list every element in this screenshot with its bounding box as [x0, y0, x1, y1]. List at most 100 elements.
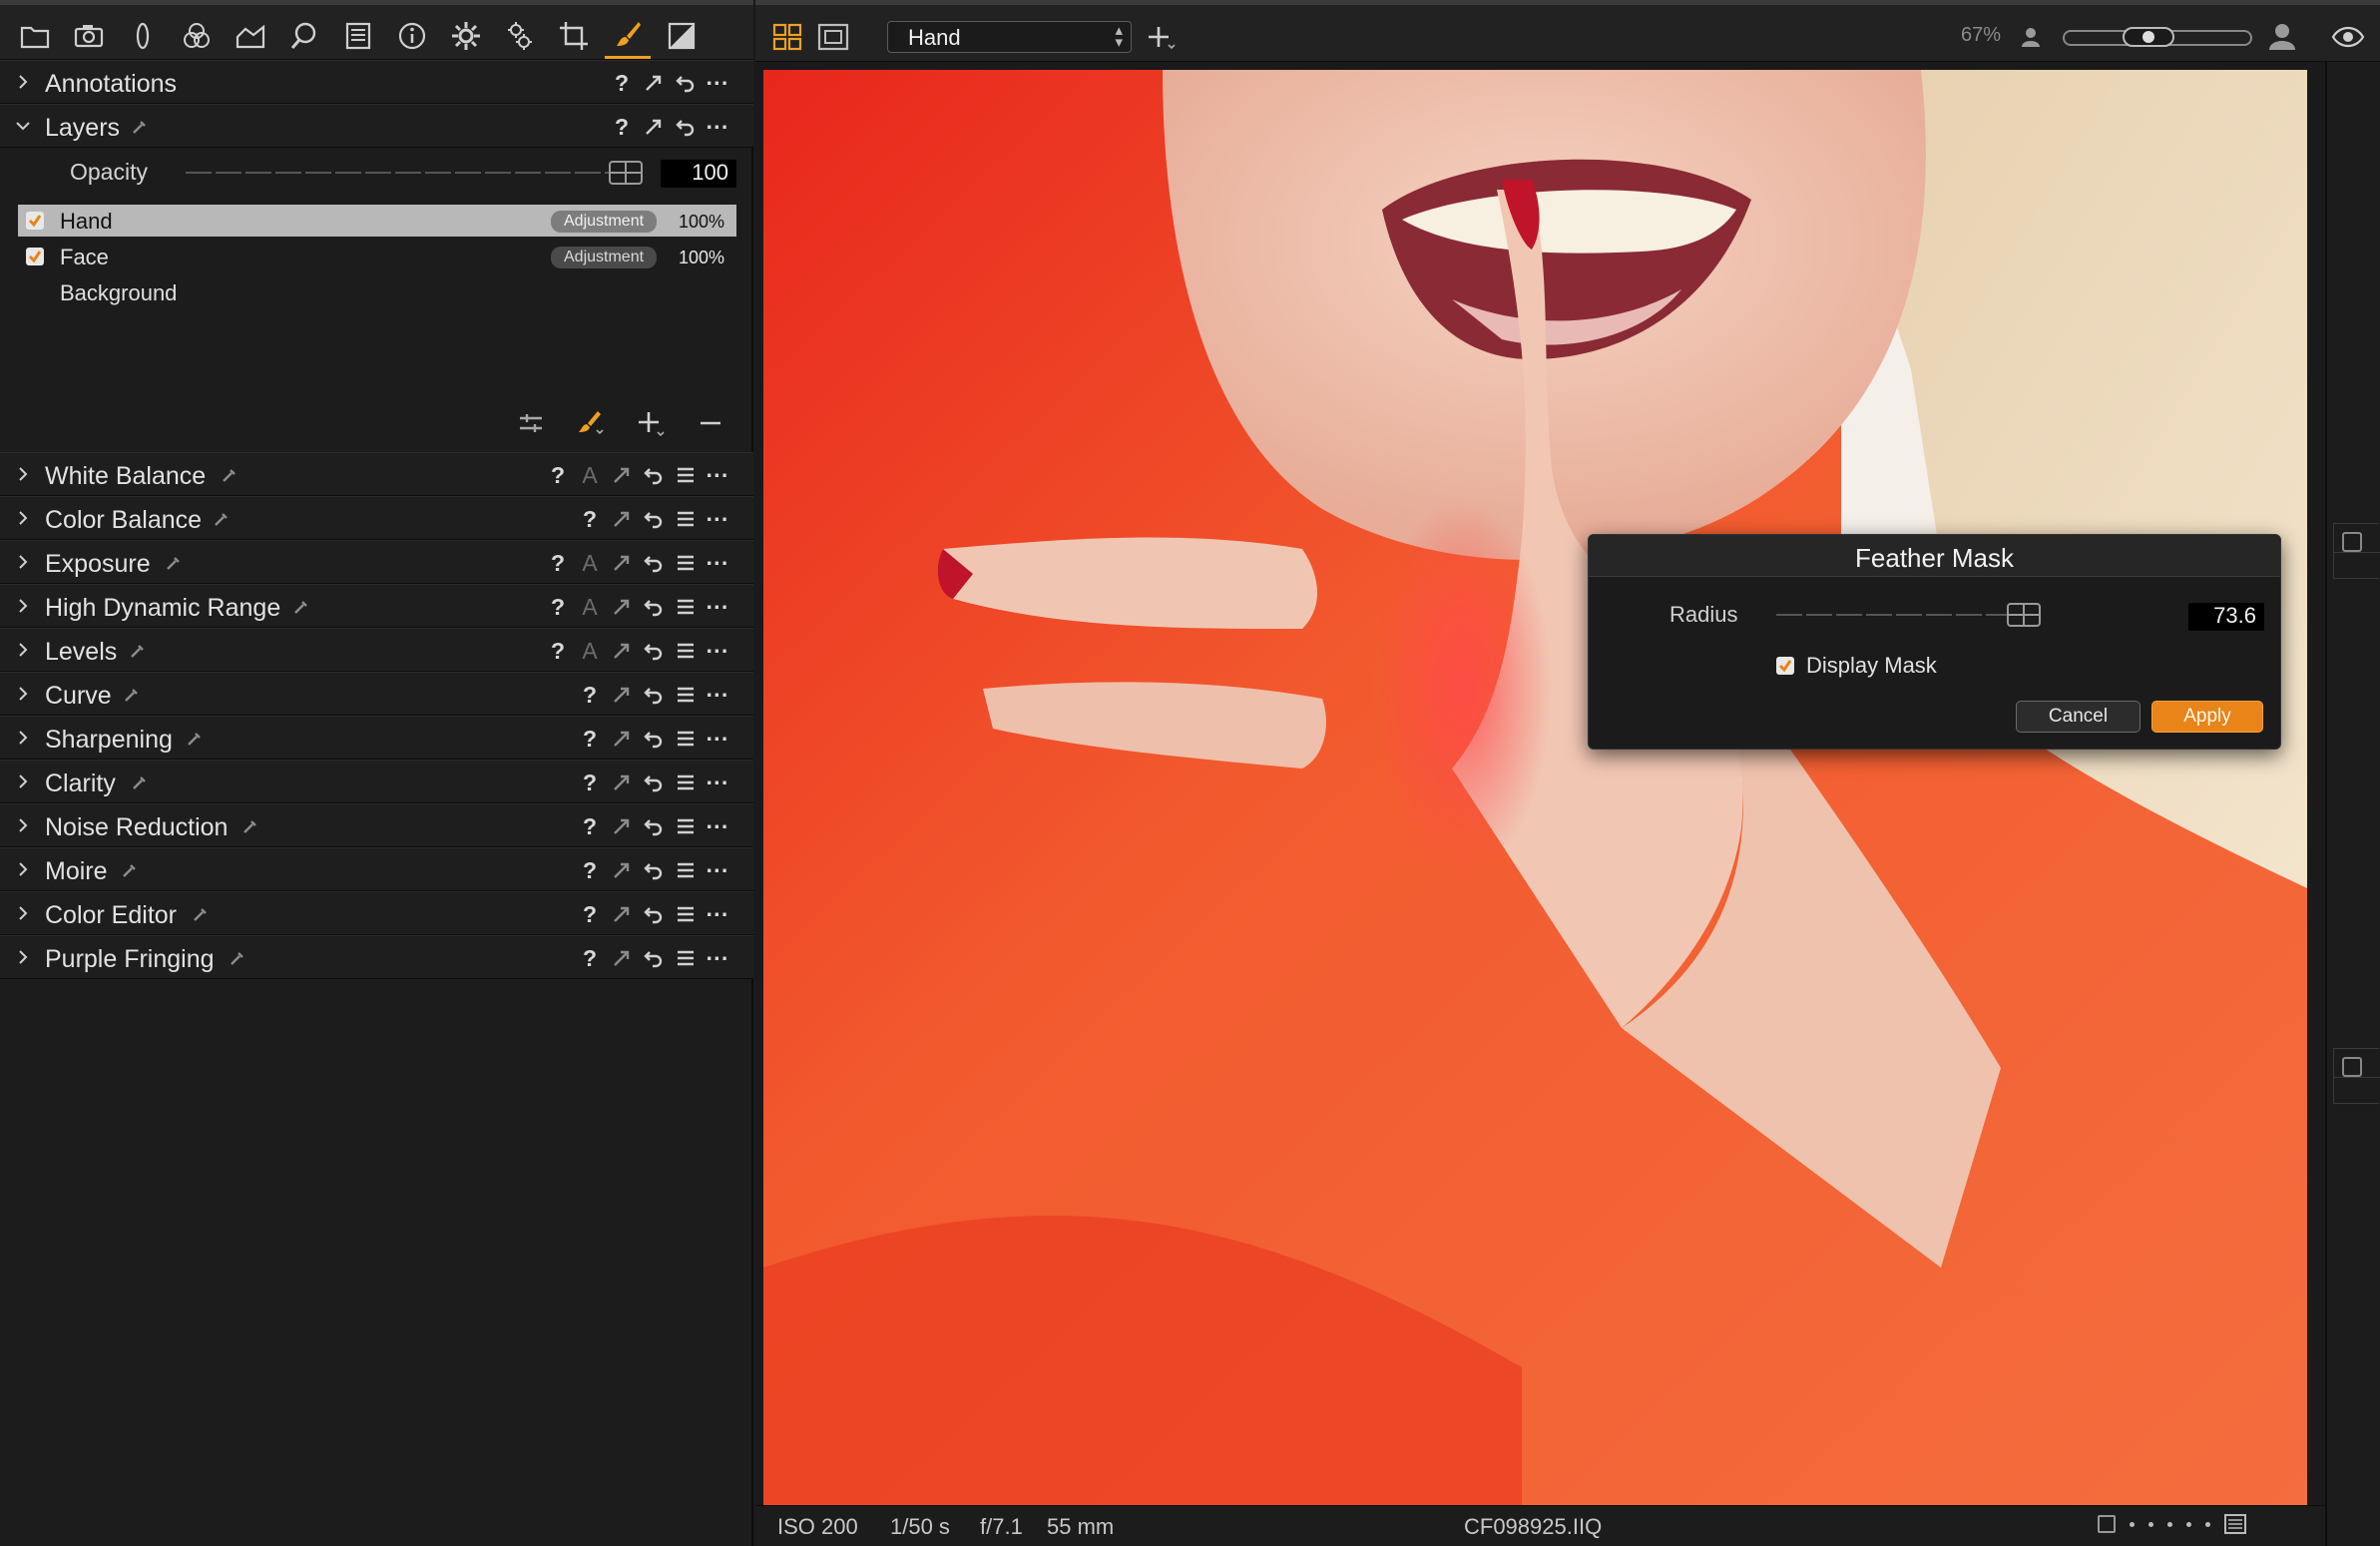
- reset-icon[interactable]: [638, 812, 670, 840]
- copy-apply-icon[interactable]: [606, 725, 638, 753]
- more-icon[interactable]: ···: [702, 461, 733, 489]
- exposure-icon[interactable]: [228, 13, 273, 59]
- help-icon[interactable]: ?: [574, 681, 606, 709]
- chevron-right-icon[interactable]: [14, 773, 32, 790]
- rating-dot[interactable]: [2167, 1521, 2172, 1527]
- library-icon[interactable]: [12, 13, 58, 59]
- crop-icon[interactable]: [551, 13, 597, 59]
- copy-apply-icon[interactable]: [606, 461, 638, 489]
- auto-icon[interactable]: A: [574, 549, 606, 577]
- rating-dot[interactable]: [2205, 1521, 2210, 1527]
- more-icon[interactable]: ···: [702, 637, 733, 665]
- annotations-section[interactable]: Annotations ? ···: [0, 60, 753, 104]
- opacity-slider-handle[interactable]: [609, 161, 643, 185]
- add-layer-icon[interactable]: [631, 403, 671, 443]
- layer-item-hand[interactable]: Hand Adjustment 100%: [18, 205, 736, 237]
- reset-icon[interactable]: [638, 461, 670, 489]
- help-icon[interactable]: ?: [542, 461, 574, 489]
- tool-section-noise-reduction[interactable]: Noise Reduction? ···: [0, 803, 753, 847]
- zoom-slider[interactable]: [2063, 27, 2252, 47]
- more-icon[interactable]: ···: [702, 593, 733, 621]
- radius-value-field[interactable]: 73.6: [2188, 603, 2264, 631]
- apply-button[interactable]: Apply: [2151, 701, 2263, 733]
- picker-icon[interactable]: [124, 687, 140, 703]
- help-icon[interactable]: ?: [574, 505, 606, 533]
- rating-dot[interactable]: [2148, 1521, 2153, 1527]
- copy-apply-icon[interactable]: [606, 944, 638, 972]
- output-icon[interactable]: [659, 13, 705, 59]
- radius-slider-track[interactable]: [1776, 614, 2031, 616]
- help-icon[interactable]: ?: [574, 725, 606, 753]
- more-icon[interactable]: ···: [702, 681, 733, 709]
- opacity-value-field[interactable]: 100: [661, 160, 736, 188]
- copy-apply-icon[interactable]: [606, 681, 638, 709]
- reset-icon[interactable]: [670, 69, 702, 97]
- picker-icon[interactable]: [122, 862, 138, 878]
- presets-icon[interactable]: [670, 681, 702, 709]
- more-icon[interactable]: ···: [702, 769, 733, 796]
- help-icon[interactable]: ?: [574, 812, 606, 840]
- layer-item-face[interactable]: Face Adjustment 100%: [18, 241, 736, 272]
- copy-apply-icon[interactable]: [606, 505, 638, 533]
- reset-icon[interactable]: [638, 900, 670, 928]
- chevron-right-icon[interactable]: [14, 860, 32, 878]
- add-layer-icon[interactable]: [1143, 19, 1179, 55]
- auto-icon[interactable]: A: [574, 637, 606, 665]
- grid-view-icon[interactable]: [769, 19, 805, 55]
- more-icon[interactable]: ···: [702, 900, 733, 928]
- more-icon[interactable]: ···: [702, 113, 733, 141]
- help-icon[interactable]: ?: [574, 900, 606, 928]
- remove-layer-icon[interactable]: [691, 403, 730, 443]
- chevron-right-icon[interactable]: [14, 816, 32, 834]
- layer-checkbox[interactable]: [26, 212, 44, 230]
- picker-icon[interactable]: [230, 950, 245, 966]
- tool-section-sharpening[interactable]: Sharpening? ···: [0, 716, 753, 760]
- overlay-toggle-top[interactable]: [2333, 523, 2380, 579]
- list-view-icon[interactable]: [2224, 1514, 2246, 1534]
- radius-slider-handle[interactable]: [2007, 603, 2041, 627]
- more-icon[interactable]: ···: [702, 549, 733, 577]
- auto-icon[interactable]: A: [574, 461, 606, 489]
- tool-section-curve[interactable]: Curve? ···: [0, 672, 753, 716]
- picker-icon[interactable]: [166, 555, 182, 571]
- chevron-right-icon[interactable]: [14, 509, 32, 527]
- reset-icon[interactable]: [638, 725, 670, 753]
- more-icon[interactable]: ···: [702, 812, 733, 840]
- help-icon[interactable]: ?: [574, 944, 606, 972]
- presets-icon[interactable]: [670, 812, 702, 840]
- reset-icon[interactable]: [638, 681, 670, 709]
- tool-section-high-dynamic-range[interactable]: High Dynamic Range? A ···: [0, 584, 753, 628]
- chevron-right-icon[interactable]: [14, 729, 32, 747]
- presets-icon[interactable]: [670, 769, 702, 796]
- local-adjustments-icon[interactable]: [605, 13, 651, 59]
- help-icon[interactable]: ?: [542, 593, 574, 621]
- cancel-button[interactable]: Cancel: [2016, 701, 2141, 733]
- presets-icon[interactable]: [670, 856, 702, 884]
- more-icon[interactable]: ···: [702, 725, 733, 753]
- adjustments-icon[interactable]: [497, 13, 543, 59]
- copy-apply-icon[interactable]: [606, 593, 638, 621]
- presets-icon[interactable]: [670, 725, 702, 753]
- more-icon[interactable]: ···: [702, 69, 733, 97]
- capture-icon[interactable]: [66, 13, 112, 59]
- chevron-right-icon[interactable]: [14, 597, 32, 615]
- chevron-down-icon[interactable]: [14, 117, 32, 135]
- help-icon[interactable]: ?: [606, 69, 638, 97]
- help-icon[interactable]: ?: [606, 113, 638, 141]
- tool-section-levels[interactable]: Levels? A ···: [0, 628, 753, 672]
- reset-icon[interactable]: [638, 637, 670, 665]
- presets-icon[interactable]: [670, 593, 702, 621]
- picker-icon[interactable]: [242, 818, 258, 834]
- presets-icon[interactable]: [670, 944, 702, 972]
- tool-section-clarity[interactable]: Clarity? ···: [0, 760, 753, 803]
- reset-icon[interactable]: [670, 113, 702, 141]
- color-tag-icon[interactable]: [2098, 1515, 2116, 1533]
- layer-checkbox[interactable]: [26, 248, 44, 265]
- opacity-slider-track[interactable]: [186, 172, 633, 174]
- reset-icon[interactable]: [638, 856, 670, 884]
- reset-icon[interactable]: [638, 505, 670, 533]
- metadata-icon[interactable]: [335, 13, 381, 59]
- layer-dropdown[interactable]: Hand ▴ ▾: [887, 21, 1132, 53]
- chevron-right-icon[interactable]: [14, 685, 32, 703]
- picker-icon[interactable]: [132, 774, 148, 790]
